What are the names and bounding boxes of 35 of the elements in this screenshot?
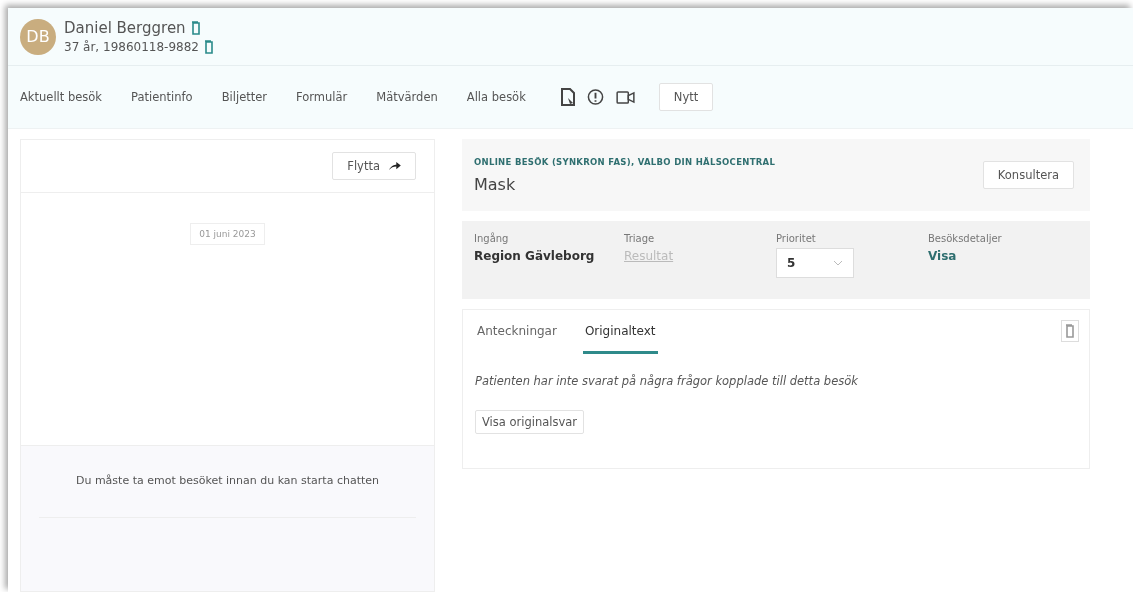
field-label: Triage [624, 233, 656, 244]
field-link[interactable]: Visa [928, 249, 957, 263]
nav-tab[interactable]: Patientinfo [131, 90, 193, 104]
nav-tab[interactable]: Biljetter [221, 90, 268, 104]
notes-tab[interactable]: Anteckningar [475, 310, 559, 354]
field-label: Ingång [474, 233, 510, 244]
field-value: Region Gävleborg [474, 249, 596, 263]
visit-category: ONLINE BESÖK (SYNKRON FAS), VALBO DIN HÄLSOCENTRAL [474, 156, 776, 167]
visit-title: Mask [474, 174, 517, 194]
document-icon[interactable] [560, 88, 575, 106]
consult-button[interactable]: Konsultera [982, 161, 1074, 189]
copy-icon[interactable] [1065, 324, 1075, 338]
share-arrow-icon [388, 161, 401, 171]
patient-name: Daniel Berggren [64, 19, 186, 37]
date-label: 01 juni 2023 [190, 223, 265, 245]
chevron-icon [833, 260, 843, 266]
show-original-button[interactable]: Visa originalsvar [475, 410, 585, 434]
alert-icon[interactable] [586, 88, 604, 106]
copy-icon[interactable] [203, 40, 214, 54]
priority-select[interactable]: 5 [776, 248, 854, 278]
video-icon[interactable] [615, 90, 635, 104]
field-label: Besöksdetaljer [928, 233, 1003, 244]
copy-icon[interactable] [190, 21, 201, 35]
patient-details: 37 år, 19860118-9882 [64, 40, 199, 54]
nav-tab[interactable]: Alla besök [466, 90, 526, 104]
field-label: Prioritet [776, 233, 817, 244]
nav-tab[interactable]: Mätvärden [376, 90, 438, 104]
new-button[interactable]: Nytt [658, 83, 714, 111]
notes-message: Patienten har inte svarat på några frågor kopplade till detta besök [475, 374, 859, 388]
move-button[interactable]: Flytta [332, 152, 416, 180]
chat-notice: Du måste ta emot besöket innan du kan starta chatten [39, 446, 416, 518]
avatar: DB [20, 18, 56, 55]
nav-tab[interactable]: Formulär [296, 90, 348, 104]
nav-tab[interactable]: Aktuellt besök [20, 90, 103, 104]
notes-tab[interactable]: Originaltext [582, 310, 658, 354]
